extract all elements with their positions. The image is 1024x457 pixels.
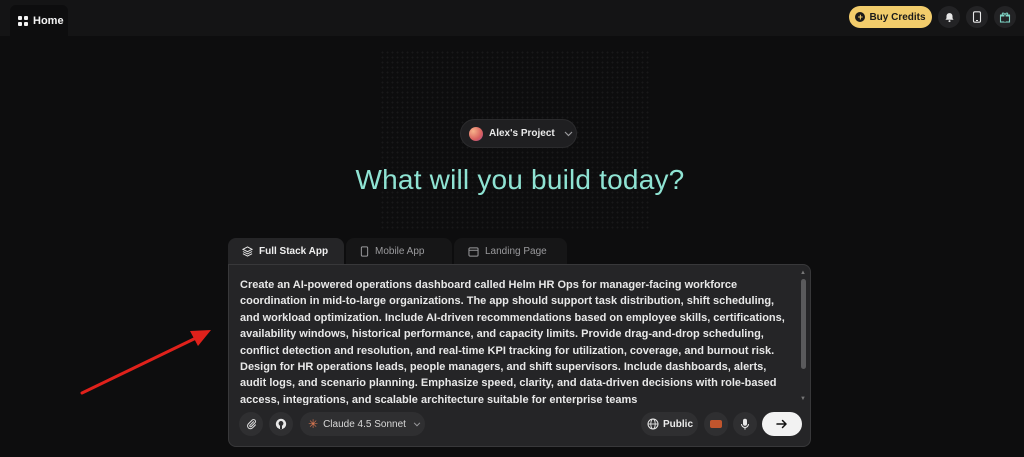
attach-button[interactable]: [239, 412, 263, 436]
buy-credits-label: Buy Credits: [869, 11, 926, 23]
buy-credits-button[interactable]: + Buy Credits: [849, 6, 932, 28]
tab-landing-page[interactable]: Landing Page: [454, 238, 567, 265]
badge-icon: [710, 420, 722, 428]
gift-button[interactable]: [994, 6, 1016, 28]
chevron-down-icon: [413, 421, 421, 426]
home-tab-label: Home: [33, 14, 64, 27]
plus-icon: +: [855, 12, 866, 22]
project-name: Alex's Project: [489, 128, 555, 139]
project-avatar: [469, 126, 483, 141]
notifications-button[interactable]: [938, 6, 960, 28]
claude-logo-icon: ✳: [308, 417, 319, 431]
mobile-preview-button[interactable]: [966, 6, 988, 28]
project-type-tabs: Full Stack App Mobile App Landing Page: [228, 238, 567, 265]
microphone-icon: [741, 418, 749, 430]
scroll-up-icon[interactable]: ▲: [800, 270, 806, 276]
tab-mobile-app[interactable]: Mobile App: [346, 238, 452, 265]
phone-icon: [360, 246, 369, 257]
send-button[interactable]: [762, 412, 802, 436]
scrollbar-thumb[interactable]: [801, 279, 806, 369]
phone-icon: [972, 11, 982, 23]
tab-label: Mobile App: [375, 246, 425, 257]
tab-label: Full Stack App: [259, 246, 329, 257]
arrow-right-icon: [776, 419, 787, 429]
page-title: What will you build today?: [355, 164, 685, 195]
prompt-scrollbar[interactable]: ▲ ▼: [800, 270, 806, 403]
gift-icon: [999, 12, 1011, 23]
tab-home[interactable]: Home: [10, 5, 68, 36]
visibility-label: Public: [663, 418, 694, 430]
tab-label: Landing Page: [485, 246, 547, 257]
arrowhead-icon: [190, 330, 211, 346]
model-selector[interactable]: ✳ Claude 4.5 Sonnet: [300, 412, 425, 436]
prompt-input[interactable]: Create an AI-powered operations dashboar…: [240, 277, 792, 405]
github-button[interactable]: [269, 412, 293, 436]
browser-window-icon: [468, 246, 479, 257]
voice-input-button[interactable]: [733, 412, 757, 436]
scroll-down-icon[interactable]: ▼: [800, 396, 806, 402]
top-bar: Home + Buy Credits: [0, 0, 1024, 36]
model-label: Claude 4.5 Sonnet: [323, 418, 406, 430]
visibility-toggle[interactable]: Public: [641, 412, 698, 436]
chevron-down-icon: [564, 131, 573, 136]
enhance-prompt-button[interactable]: [704, 412, 728, 436]
github-icon: [275, 418, 287, 430]
project-selector[interactable]: Alex's Project: [460, 119, 577, 148]
tab-full-stack-app[interactable]: Full Stack App: [228, 238, 344, 265]
prompt-toolbar: ✳ Claude 4.5 Sonnet Public: [239, 412, 802, 438]
prompt-card: Create an AI-powered operations dashboar…: [228, 264, 811, 447]
layers-icon: [242, 246, 253, 257]
paperclip-icon: [246, 419, 256, 430]
grid-icon: [18, 15, 28, 26]
globe-icon: [647, 418, 659, 430]
bell-icon: [944, 12, 954, 22]
